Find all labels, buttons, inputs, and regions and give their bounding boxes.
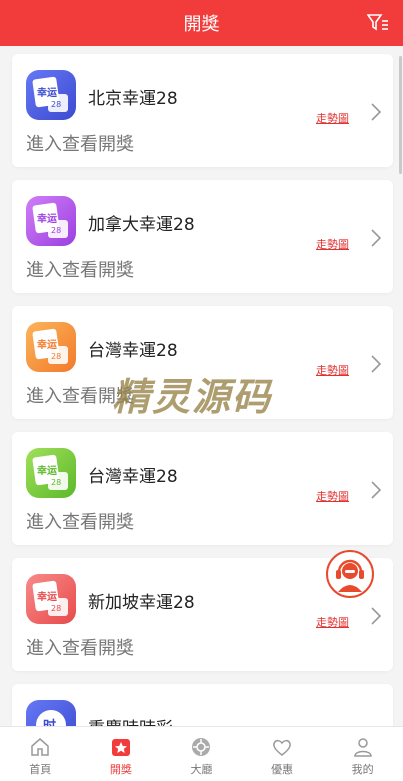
svg-text:幸运: 幸运 bbox=[37, 212, 57, 225]
home-icon bbox=[31, 738, 50, 756]
lottery-logo-icon: 幸运 28 bbox=[26, 448, 76, 498]
tab-label: 我的 bbox=[351, 763, 374, 776]
svg-text:幸运: 幸运 bbox=[37, 590, 57, 603]
svg-text:28: 28 bbox=[51, 352, 61, 361]
svg-text:时: 时 bbox=[43, 718, 56, 726]
svg-text:28: 28 bbox=[51, 604, 61, 613]
lottery-name: 新加坡幸運28 bbox=[88, 593, 195, 613]
lottery-subtitle: 進入查看開獎 bbox=[26, 134, 134, 155]
trend-chart-link[interactable]: 走勢圖 bbox=[316, 362, 349, 378]
tab-hall[interactable]: 大廳 bbox=[161, 727, 242, 781]
lottery-card[interactable]: 时 重慶時時彩 bbox=[12, 684, 393, 726]
chevron-right-icon bbox=[371, 229, 382, 247]
svg-text:幸运: 幸运 bbox=[37, 464, 57, 477]
tab-mine[interactable]: 我的 bbox=[322, 727, 403, 781]
svg-text:28: 28 bbox=[51, 478, 61, 487]
scrollbar[interactable] bbox=[399, 56, 402, 174]
page-title: 開獎 bbox=[183, 14, 220, 35]
lottery-subtitle: 進入查看開獎 bbox=[26, 512, 134, 533]
lottery-name: 台灣幸運28 bbox=[88, 341, 178, 361]
lottery-logo-icon: 幸运 28 bbox=[26, 196, 76, 246]
lottery-logo-icon: 时 bbox=[26, 700, 76, 726]
svg-text:幸运: 幸运 bbox=[37, 86, 57, 99]
svg-text:28: 28 bbox=[51, 100, 61, 109]
chevron-right-icon bbox=[371, 607, 382, 625]
tab-label: 優惠 bbox=[271, 763, 294, 776]
headset-icon bbox=[336, 559, 364, 592]
lottery-list[interactable]: 幸运 28 北京幸運28 進入查看開獎 走勢圖 幸运 28 加拿大幸運28 進入… bbox=[0, 46, 403, 726]
hall-icon bbox=[192, 738, 211, 756]
tab-home[interactable]: 首頁 bbox=[0, 727, 81, 781]
tab-label: 首頁 bbox=[29, 763, 52, 776]
lottery-subtitle: 進入查看開獎 bbox=[26, 260, 134, 281]
lottery-name: 重慶時時彩 bbox=[88, 714, 173, 726]
tab-lottery-results[interactable]: 開獎 bbox=[81, 727, 162, 781]
chevron-right-icon bbox=[371, 103, 382, 121]
lottery-name: 加拿大幸運28 bbox=[88, 215, 195, 235]
lottery-logo-icon: 幸运 28 bbox=[26, 322, 76, 372]
heart-icon bbox=[273, 739, 291, 756]
lottery-card[interactable]: 幸运 28 加拿大幸運28 進入查看開獎 走勢圖 bbox=[12, 180, 393, 293]
lottery-logo-icon: 幸运 28 bbox=[26, 70, 76, 120]
bottom-tab-bar: 首頁 開獎 大廳 優惠 我的 bbox=[0, 726, 403, 781]
trend-chart-link[interactable]: 走勢圖 bbox=[316, 488, 349, 504]
chevron-right-icon bbox=[371, 481, 382, 499]
filter-icon[interactable] bbox=[366, 13, 389, 33]
lottery-card[interactable]: 幸运 28 台灣幸運28 進入查看開獎 走勢圖 bbox=[12, 306, 393, 419]
lottery-logo-icon: 幸运 28 bbox=[26, 574, 76, 624]
trend-chart-link[interactable]: 走勢圖 bbox=[316, 110, 349, 126]
tab-label: 大廳 bbox=[190, 763, 213, 776]
user-icon bbox=[353, 738, 372, 757]
customer-service-button[interactable] bbox=[326, 550, 374, 598]
tab-promotions[interactable]: 優惠 bbox=[242, 727, 323, 781]
star-icon bbox=[111, 739, 130, 756]
lottery-name: 台灣幸運28 bbox=[88, 467, 178, 487]
lottery-card[interactable]: 幸运 28 台灣幸運28 進入查看開獎 走勢圖 bbox=[12, 432, 393, 545]
tab-label: 開獎 bbox=[109, 763, 132, 776]
svg-text:28: 28 bbox=[51, 226, 61, 235]
top-header: 開獎 bbox=[0, 0, 403, 46]
trend-chart-link[interactable]: 走勢圖 bbox=[316, 614, 349, 630]
lottery-card[interactable]: 幸运 28 北京幸運28 進入查看開獎 走勢圖 bbox=[12, 54, 393, 167]
lottery-name: 北京幸運28 bbox=[88, 89, 178, 109]
svg-text:幸运: 幸运 bbox=[37, 338, 57, 351]
trend-chart-link[interactable]: 走勢圖 bbox=[316, 236, 349, 252]
chevron-right-icon bbox=[371, 355, 382, 373]
lottery-subtitle: 進入查看開獎 bbox=[26, 386, 134, 407]
lottery-subtitle: 進入查看開獎 bbox=[26, 638, 134, 659]
